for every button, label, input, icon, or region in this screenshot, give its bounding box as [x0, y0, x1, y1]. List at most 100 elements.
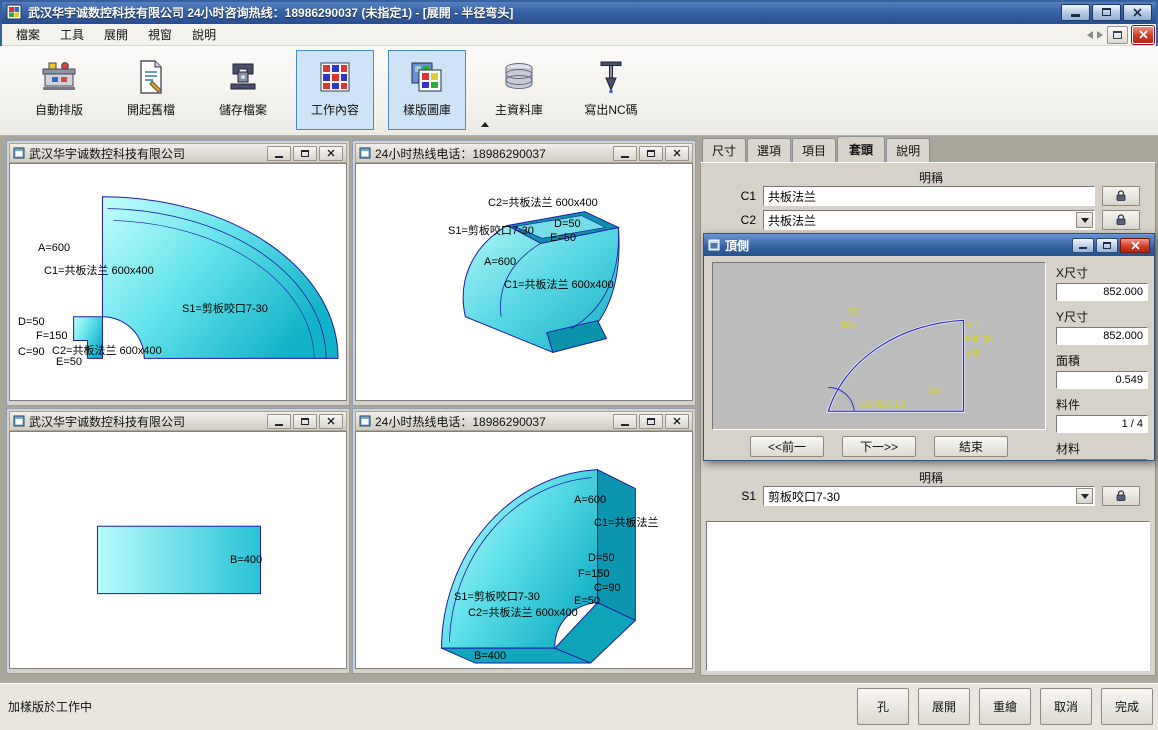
dialog-minimize-button[interactable] — [1072, 238, 1094, 253]
rectangle-pattern-viewport[interactable]: B=400 — [9, 431, 347, 669]
unfold-button[interactable]: 展開 — [918, 688, 970, 725]
toolbar-main-database-button[interactable]: 主資料庫 — [480, 50, 558, 130]
child-minimize-button[interactable] — [613, 414, 637, 429]
menu-item-tools[interactable]: 工具 — [50, 23, 94, 46]
finish-button[interactable]: 完成 — [1101, 688, 1153, 725]
maximize-button[interactable] — [1092, 4, 1121, 21]
y-size-value: 852.000 — [1056, 327, 1148, 345]
mdi-close-button[interactable] — [1132, 26, 1154, 44]
main-database-icon — [499, 58, 539, 96]
child-close-button[interactable] — [665, 146, 689, 161]
c2-combobox[interactable]: 共板法兰 — [763, 210, 1095, 230]
elbow-3d-viewport-2[interactable]: A=600 C1=共板法兰 D=50 F=150 C=90 E=50 S1=剪板… — [355, 431, 693, 669]
close-button[interactable] — [1123, 4, 1152, 21]
s1-lock-button[interactable] — [1102, 486, 1140, 506]
child-maximize-button[interactable] — [639, 414, 663, 429]
c1-lock-button[interactable] — [1102, 186, 1140, 206]
child-maximize-button[interactable] — [293, 146, 317, 161]
nav-forward-icon[interactable] — [1097, 31, 1103, 39]
toolbar-write-nc-button[interactable]: 寫出NC碼 — [572, 50, 650, 130]
menu-item-help[interactable]: 說明 — [182, 23, 226, 46]
toolbar-save-file-button[interactable]: 儲存檔案 — [204, 50, 282, 130]
menu-item-unfold[interactable]: 展開 — [94, 23, 138, 46]
dim-label-b: B=400 — [474, 650, 506, 662]
c2-dropdown-arrow[interactable] — [1076, 212, 1093, 228]
dim-label-f: F=150 — [36, 330, 68, 342]
child-window-flat-pattern: 武汉华宇诚数控科技有限公司 — [6, 140, 350, 406]
child-minimize-button[interactable] — [267, 414, 291, 429]
dimension-fields: X尺寸 852.000 Y尺寸 852.000 面積 0.549 料件 1 / … — [1056, 264, 1148, 461]
child-titlebar[interactable]: 武汉华宇诚数控科技有限公司 — [9, 143, 347, 163]
toolbar-template-library-button[interactable]: 樣版圖庫 — [388, 50, 466, 130]
preview-label-s1-m: (M) — [840, 320, 853, 330]
dim-label-a: A=600 — [38, 242, 70, 254]
mdi-restore-button[interactable] — [1107, 26, 1128, 44]
child-maximize-button[interactable] — [639, 146, 663, 161]
child-titlebar[interactable]: 武汉华宇诚数控科技有限公司 — [9, 411, 347, 431]
minimize-button[interactable] — [1061, 4, 1090, 21]
next-button[interactable]: 下一>> — [842, 436, 916, 457]
pattern-preview-canvas[interactable]: S1 (M) C1 600.00 (M) C2 600.00 (M) — [712, 262, 1046, 430]
database-dropdown-indicator[interactable] — [481, 122, 489, 127]
toolbar-open-file-button[interactable]: 開起舊檔 — [112, 50, 190, 130]
child-window-3d-view-bottom: 24小时热线电话：18986290037 — [352, 408, 696, 674]
preview-label-c1: C1 — [967, 320, 980, 331]
hole-button[interactable]: 孔 — [857, 688, 909, 725]
maximize-icon — [647, 150, 655, 157]
c2-lock-button[interactable] — [1102, 210, 1140, 230]
c1-label: C1 — [701, 189, 763, 203]
dim-label-c: C=90 — [594, 582, 621, 594]
previous-button[interactable]: <<前一 — [750, 436, 824, 457]
elbow-3d-viewport[interactable]: C2=共板法兰 600x400 S1=剪板咬口7-30 D=50 E=50 A=… — [355, 163, 693, 401]
preview-label-c1-value: 600.00 — [965, 334, 992, 344]
s1-combobox[interactable]: 剪板咬口7-30 — [763, 486, 1095, 506]
tab-items[interactable]: 項目 — [792, 138, 836, 162]
work-content-icon — [315, 58, 355, 96]
restore-icon — [1113, 31, 1122, 39]
save-file-icon — [223, 58, 263, 96]
statusbar: 加樣版於工作中 孔 展開 重繪 取消 完成 — [0, 682, 1158, 730]
minimize-icon — [621, 424, 629, 426]
finish-button[interactable]: 結束 — [934, 436, 1008, 457]
dialog-close-button[interactable] — [1120, 238, 1150, 253]
application-window: 武汉华宇诚数控科技有限公司 24小时咨询热线：18986290037 (未指定1… — [0, 0, 1158, 730]
preview-dialog: 頂側 S1 (M) C1 600.00 (M) C2 600.0 — [703, 233, 1155, 461]
maximize-icon — [301, 418, 309, 425]
close-icon — [673, 417, 681, 425]
child-window-rectangle-pattern: 武汉华宇诚数控科技有限公司 B=400 — [6, 408, 350, 674]
auto-nest-icon — [39, 58, 79, 96]
cancel-button[interactable]: 取消 — [1040, 688, 1092, 725]
child-maximize-button[interactable] — [293, 414, 317, 429]
menu-item-file[interactable]: 檔案 — [6, 23, 50, 46]
child-window-icon — [359, 415, 371, 427]
child-titlebar[interactable]: 24小时热线电话：18986290037 — [355, 411, 693, 431]
child-window-icon — [359, 147, 371, 159]
child-close-button[interactable] — [665, 414, 689, 429]
s1-dropdown-arrow[interactable] — [1076, 488, 1093, 504]
nav-back-icon[interactable] — [1087, 31, 1093, 39]
child-titlebar[interactable]: 24小时热线电话：18986290037 — [355, 143, 693, 163]
dialog-maximize-button[interactable] — [1096, 238, 1118, 253]
child-minimize-button[interactable] — [267, 146, 291, 161]
dim-label-c1: C1=共板法兰 — [594, 514, 659, 530]
toolbar-auto-nest-button[interactable]: 自動排版 — [20, 50, 98, 130]
dim-label-e: E=50 — [56, 356, 82, 368]
minimize-icon — [1071, 14, 1080, 17]
child-minimize-button[interactable] — [613, 146, 637, 161]
redraw-button[interactable]: 重繪 — [979, 688, 1031, 725]
toolbar-work-content-button[interactable]: 工作內容 — [296, 50, 374, 130]
panel-tabs: 尺寸 選項 項目 套頭 說明 — [702, 138, 931, 162]
menu-item-window[interactable]: 視窗 — [138, 23, 182, 46]
c1-field[interactable]: 共板法兰 — [763, 186, 1095, 206]
tab-options[interactable]: 選項 — [747, 138, 791, 162]
maximize-icon — [1103, 242, 1111, 249]
child-close-button[interactable] — [319, 146, 343, 161]
caption-buttons — [1061, 4, 1152, 21]
tab-description[interactable]: 說明 — [886, 138, 930, 162]
tab-joints[interactable]: 套頭 — [837, 136, 885, 162]
flat-pattern-viewport[interactable]: A=600 C1=共板法兰 600x400 S1=剪板咬口7-30 D=50 F… — [9, 163, 347, 401]
child-close-button[interactable] — [319, 414, 343, 429]
tab-dimensions[interactable]: 尺寸 — [702, 138, 746, 162]
preview-label-c1-m: (M) — [967, 348, 980, 358]
dialog-titlebar[interactable]: 頂側 — [704, 234, 1154, 256]
